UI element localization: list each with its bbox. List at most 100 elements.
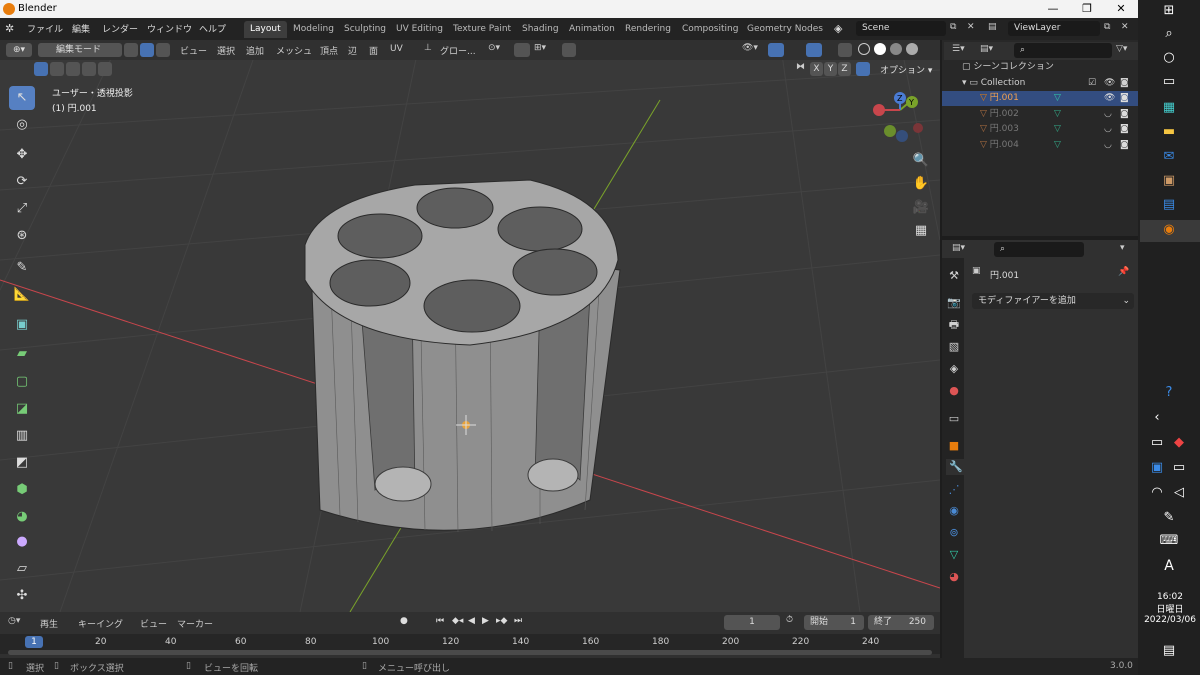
pan-hand-icon[interactable]: ✋ xyxy=(910,173,932,195)
proportional-edit-icon[interactable] xyxy=(562,43,576,57)
menu-playback[interactable]: 再生 xyxy=(40,617,58,630)
notification-icon[interactable]: ▤ xyxy=(1157,643,1181,663)
auto-merge-icon[interactable] xyxy=(856,62,870,76)
menu-marker[interactable]: マーカー xyxy=(177,617,213,630)
camera-view-icon[interactable]: 🎥 xyxy=(910,197,932,219)
menu-edit[interactable]: 編集 xyxy=(72,22,90,35)
record-icon[interactable]: ● xyxy=(400,616,408,626)
delete-viewlayer-icon[interactable]: ✕ xyxy=(1121,22,1129,32)
solid-shading-icon[interactable] xyxy=(874,43,886,55)
play-icon[interactable]: ▶ xyxy=(482,616,489,626)
pen-icon[interactable]: ✎ xyxy=(1157,510,1181,530)
bevel-tool[interactable]: ◪ xyxy=(9,397,35,421)
wifi-icon[interactable]: ◠ xyxy=(1145,485,1169,505)
xray-icon[interactable] xyxy=(838,43,852,57)
rotate-tool[interactable]: ⟳ xyxy=(9,170,35,194)
hidden-eye-icon[interactable]: ◡ xyxy=(1104,107,1112,122)
calendar-icon[interactable]: ▤ xyxy=(1157,197,1181,217)
hidden-eye-icon[interactable]: ◡ xyxy=(1104,122,1112,137)
physics-tab-icon[interactable]: ◉ xyxy=(946,503,962,519)
tab-uv-editing[interactable]: UV Editing xyxy=(390,21,449,38)
options-menu[interactable]: オプション ▾ xyxy=(880,63,932,76)
select-new-icon[interactable] xyxy=(34,62,48,76)
snap-icon[interactable] xyxy=(514,43,530,57)
pivot-icon[interactable]: ⊙▾ xyxy=(488,43,500,53)
task-view-icon[interactable]: ▭ xyxy=(1157,74,1181,94)
exclude-checkbox[interactable]: ☑ xyxy=(1088,76,1096,91)
display-mode-icon[interactable]: ▤▾ xyxy=(980,44,993,54)
select-extend-icon[interactable] xyxy=(50,62,64,76)
menu-add[interactable]: 追加 xyxy=(246,44,264,57)
properties-editor-icon[interactable]: ▤▾ xyxy=(952,243,965,253)
annotate-tool[interactable]: ✎ xyxy=(9,256,35,280)
constraints-tab-icon[interactable]: ⊚ xyxy=(946,525,962,541)
outliner-editor-icon[interactable]: ☰▾ xyxy=(952,44,965,54)
stopwatch-icon[interactable]: ⏱ xyxy=(786,615,793,625)
file-explorer-icon[interactable]: ▬ xyxy=(1157,124,1181,144)
vertex-select-icon[interactable] xyxy=(124,43,138,57)
select-box-tool[interactable]: ↖ xyxy=(9,86,35,110)
measure-tool[interactable]: 📐 xyxy=(9,283,35,307)
outliner-item[interactable]: ▽ 円.002 ▽ ◡ ◙ xyxy=(942,107,1138,122)
view-layer-tab-icon[interactable]: ▧ xyxy=(946,339,962,355)
editor-type-icon[interactable]: ⊕▾ xyxy=(6,43,32,57)
chevron-left-icon[interactable]: ‹ xyxy=(1145,410,1169,430)
material-tab-icon[interactable]: ◕ xyxy=(946,569,962,585)
tray-app-icon[interactable]: ▣ xyxy=(1145,460,1169,480)
end-frame-field[interactable]: 終了 250 xyxy=(868,615,934,630)
search-icon[interactable]: ⌕ xyxy=(1157,26,1181,46)
snap-settings-icon[interactable]: ⊞▾ xyxy=(534,43,546,53)
menu-timeline-view[interactable]: ビュー xyxy=(140,617,167,630)
loop-cut-tool[interactable]: ▥ xyxy=(9,424,35,448)
store-icon[interactable]: ▦ xyxy=(1157,100,1181,120)
app-icon[interactable]: ▣ xyxy=(1157,173,1181,193)
timeline-editor-icon[interactable]: ◷▾ xyxy=(8,616,20,626)
ime-indicator[interactable]: A xyxy=(1157,558,1181,578)
render-camera-icon[interactable]: ◙ xyxy=(1120,107,1129,122)
visibility-eye-icon[interactable]: 👁 xyxy=(1104,91,1115,106)
visibility-eye-icon[interactable]: 👁 xyxy=(1104,76,1115,91)
render-camera-icon[interactable]: ◙ xyxy=(1120,138,1129,153)
tab-sculpting[interactable]: Sculpting xyxy=(338,21,392,38)
modifier-tab-icon[interactable]: 🔧 xyxy=(946,459,966,475)
orientation-selector[interactable]: グロー... xyxy=(440,44,476,57)
spin-tool[interactable]: ◕ xyxy=(9,505,35,529)
jump-end-icon[interactable]: ⏭ xyxy=(514,616,522,626)
menu-render[interactable]: レンダー xyxy=(102,22,138,35)
3d-viewport[interactable]: Z Y xyxy=(0,40,940,612)
object-tab-icon[interactable]: ■ xyxy=(946,438,962,454)
rip-tool[interactable]: ✣ xyxy=(9,584,35,608)
blender-taskbar-icon[interactable]: ◉ xyxy=(1157,222,1181,242)
render-camera-icon[interactable]: ◙ xyxy=(1120,91,1129,106)
wireframe-shading-icon[interactable] xyxy=(858,43,870,55)
prev-keyframe-icon[interactable]: ◆◂ xyxy=(452,616,463,626)
jump-start-icon[interactable]: ⏮ xyxy=(436,616,444,626)
viewlayer-field[interactable]: ViewLayer xyxy=(1008,21,1100,36)
properties-options-icon[interactable]: ▾ xyxy=(1120,243,1125,253)
face-select-icon[interactable] xyxy=(156,43,170,57)
shear-tool[interactable]: ▱ xyxy=(9,557,35,581)
select-subtract-icon[interactable] xyxy=(66,62,80,76)
data-tab-icon[interactable]: ▽ xyxy=(946,547,962,563)
tool-tab-icon[interactable]: ⚒ xyxy=(946,268,962,284)
outliner-item-active[interactable]: ▽ 円.001 ▽ 👁 ◙ xyxy=(942,91,1138,106)
properties-search-input[interactable]: ⌕ xyxy=(994,242,1084,257)
add-cube-tool[interactable]: ▣ xyxy=(9,313,35,337)
select-invert-icon[interactable] xyxy=(82,62,96,76)
outliner-search-input[interactable]: ⌕ xyxy=(1014,43,1112,58)
new-viewlayer-icon[interactable]: ⧉ xyxy=(1104,22,1110,32)
tab-modeling[interactable]: Modeling xyxy=(287,21,340,38)
delete-scene-icon[interactable]: ✕ xyxy=(967,22,975,32)
blender-menu-icon[interactable]: ✲ xyxy=(5,22,19,36)
tab-texture-paint[interactable]: Texture Paint xyxy=(447,21,517,38)
tab-rendering[interactable]: Rendering xyxy=(619,21,677,38)
poly-build-tool[interactable]: ⬢ xyxy=(9,478,35,502)
render-tab-icon[interactable]: 📷 xyxy=(946,295,962,311)
render-camera-icon[interactable]: ◙ xyxy=(1120,76,1129,91)
zoom-icon[interactable]: 🔍 xyxy=(910,150,932,172)
inset-tool[interactable]: ▢ xyxy=(9,370,35,394)
smooth-tool[interactable]: ● xyxy=(9,530,35,554)
clock[interactable]: 16:02 日曜日 2022/03/06 xyxy=(1140,592,1200,625)
minimize-button[interactable]: — xyxy=(1036,0,1070,18)
overlay-toggle-icon[interactable] xyxy=(806,43,822,57)
